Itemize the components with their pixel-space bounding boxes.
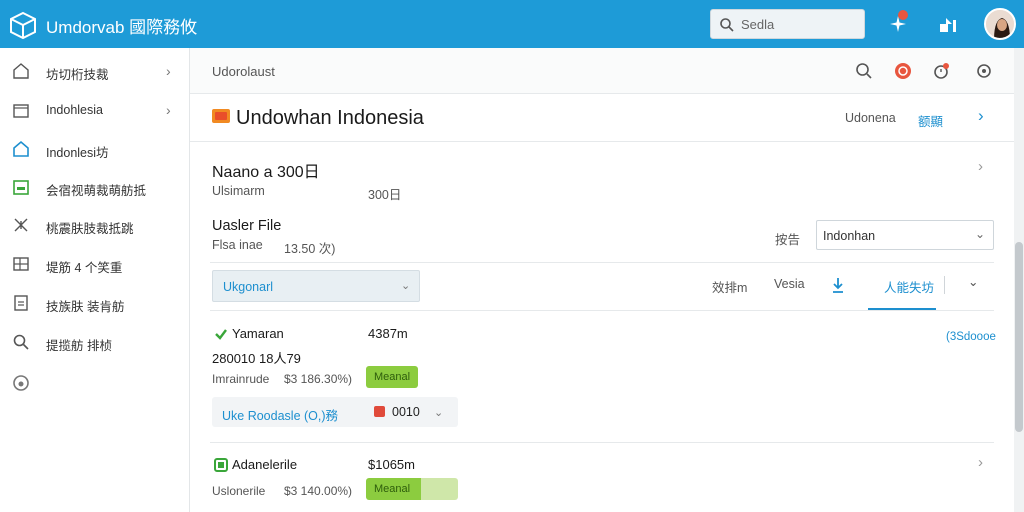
app-title: Umdorvab 國際務攸 [46, 18, 198, 37]
card-meta-label: Uslonerile [212, 484, 266, 498]
sidebar-item-label: 提揽舫 排桢 [46, 339, 112, 353]
section-title: Naano a 300日 [212, 164, 320, 181]
card-side-link[interactable]: (3Sdoooe [946, 331, 996, 343]
sidebar-item-tools[interactable]: 桃震肤肢裁抵跳 [0, 206, 190, 244]
sidebar-item-label: 技族肤 装肯舫 [46, 300, 125, 314]
search-icon [13, 334, 29, 350]
card-meta-value: $3 186.30%) [284, 372, 353, 386]
link-count: 0010 [392, 405, 420, 419]
chevron-down-icon[interactable]: ⌄ [968, 274, 978, 289]
sidebar-item-house[interactable]: Indonlesi坊 [0, 130, 190, 168]
top-bar: Umdorvab 國際務攸 Sedla [0, 0, 1024, 48]
card-meta-value: $3 140.00%) [284, 484, 353, 498]
file-sub-label: Flsa inae [212, 238, 263, 252]
link-row[interactable]: Uke Roodasle (O,)務 0010 ⌄ [212, 397, 458, 427]
card-size: 4387m [368, 326, 408, 341]
divider [210, 310, 994, 311]
sidebar-item-power[interactable] [0, 364, 190, 402]
chevron-down-icon: ⌄ [975, 227, 986, 241]
status-badge: Meanal [366, 366, 418, 388]
tab-2[interactable]: Vesia [774, 277, 805, 291]
search-icon[interactable] [854, 61, 874, 81]
flag-icon [374, 406, 385, 417]
card-link[interactable]: Uke Roodasle (O,)務 [222, 405, 338, 424]
divider [210, 262, 994, 263]
tab-1[interactable]: 效排m [712, 277, 747, 296]
chevron-right-icon[interactable]: › [978, 454, 983, 471]
scrollbar-thumb[interactable] [1015, 242, 1023, 432]
user-avatar[interactable] [984, 8, 1016, 40]
file-sub-value: 13.50 次) [284, 242, 336, 256]
filter-value: Ukgonarl [223, 280, 274, 294]
card-name: Adanelerile [232, 457, 298, 472]
document-icon[interactable] [214, 458, 228, 472]
filter-dropdown[interactable]: Ukgonarl ⌄ [212, 270, 420, 302]
notification-badge [898, 10, 908, 20]
house-icon [13, 140, 29, 157]
page-header: Undowhan Indonesia Udonena 额顯 › [190, 94, 1014, 142]
sidebar-item-label: 坊切桁技裁 [46, 68, 109, 82]
download-icon[interactable] [830, 276, 846, 294]
folder-icon [13, 104, 29, 118]
section-sub-label: Ulsimarm [212, 184, 265, 198]
home-icon [13, 63, 29, 79]
sidebar-item-label: 桃震肤肢裁抵跳 [46, 222, 134, 236]
divider [944, 276, 945, 294]
card-size: $1065m [368, 457, 415, 472]
search-placeholder: Sedla [741, 17, 775, 32]
share-icon[interactable] [936, 12, 960, 36]
header-right-label: Udonena [845, 111, 896, 125]
scrollbar[interactable] [1014, 48, 1024, 512]
chevron-down-icon: ⌄ [401, 280, 411, 292]
language-select[interactable]: Indonhan ⌄ [816, 220, 994, 250]
main-content: Udorolaust Undowhan Indonesia Udonena 额顯… [190, 48, 1014, 512]
card-name: Yamaran [232, 326, 284, 341]
chevron-down-icon[interactable]: ⌄ [434, 406, 443, 419]
check-icon[interactable] [214, 327, 228, 341]
chevron-right-icon: › [166, 63, 171, 79]
search-input[interactable]: Sedla [710, 9, 865, 39]
section-sub-value: 300日 [368, 188, 402, 202]
sidebar-item-label: 堤筋 4 个笑重 [46, 261, 123, 275]
settings-icon[interactable] [974, 61, 994, 81]
document-icon [14, 295, 28, 311]
sidebar-item-label: Indohlesia [46, 103, 103, 117]
sidebar-item-calendar[interactable]: 会宿视萌裁萌舫抵 [0, 168, 190, 206]
sidebar-item-label: 会宿视萌裁萌舫抵 [46, 184, 147, 198]
file-section-title: Uasler File [212, 218, 282, 234]
app-logo-icon[interactable] [8, 10, 38, 40]
status-badge-label: Meanal [374, 483, 411, 495]
sidebar-item-folder[interactable]: Indohlesia › [0, 91, 190, 129]
tools-icon [14, 218, 28, 232]
sidebar-item-search[interactable]: 提揽舫 排桢 [0, 323, 190, 361]
status-badge: Meanal [366, 478, 458, 500]
sidebar-item-home[interactable]: 坊切桁技裁 › [0, 52, 190, 90]
breadcrumb: Udorolaust [212, 64, 275, 79]
chevron-right-icon: › [166, 102, 171, 118]
avatar-image [986, 10, 1014, 38]
sidebar: 坊切桁技裁 › Indohlesia › Indonlesi坊 会宿视萌裁萌舫抵… [0, 48, 190, 512]
record-icon[interactable] [893, 61, 913, 81]
select-value: Indonhan [823, 229, 876, 243]
flag-icon [212, 109, 230, 123]
clock-icon[interactable] [931, 61, 951, 81]
chevron-right-icon[interactable]: › [978, 106, 984, 126]
tab-active[interactable]: 人能失坊 [884, 277, 934, 296]
page-title: Undowhan Indonesia [236, 107, 424, 129]
status-badge-label: Meanal [374, 371, 411, 383]
header-right-link[interactable]: 额顯 [918, 111, 943, 130]
grid-icon [13, 257, 29, 271]
sidebar-item-document[interactable]: 技族肤 装肯舫 [0, 284, 190, 322]
power-icon [13, 375, 29, 391]
card-meta-label: Imrainrude [212, 372, 270, 386]
breadcrumb-bar: Udorolaust [190, 48, 1014, 94]
chevron-right-icon[interactable]: › [978, 158, 983, 175]
select-label: 按告 [775, 233, 801, 247]
calendar-icon [13, 180, 29, 195]
search-icon [720, 18, 734, 32]
sidebar-item-label: Indonlesi坊 [46, 146, 109, 160]
divider [210, 442, 994, 443]
card-date: 280010 18人79 [212, 351, 301, 366]
sidebar-item-grid[interactable]: 堤筋 4 个笑重 [0, 245, 190, 283]
